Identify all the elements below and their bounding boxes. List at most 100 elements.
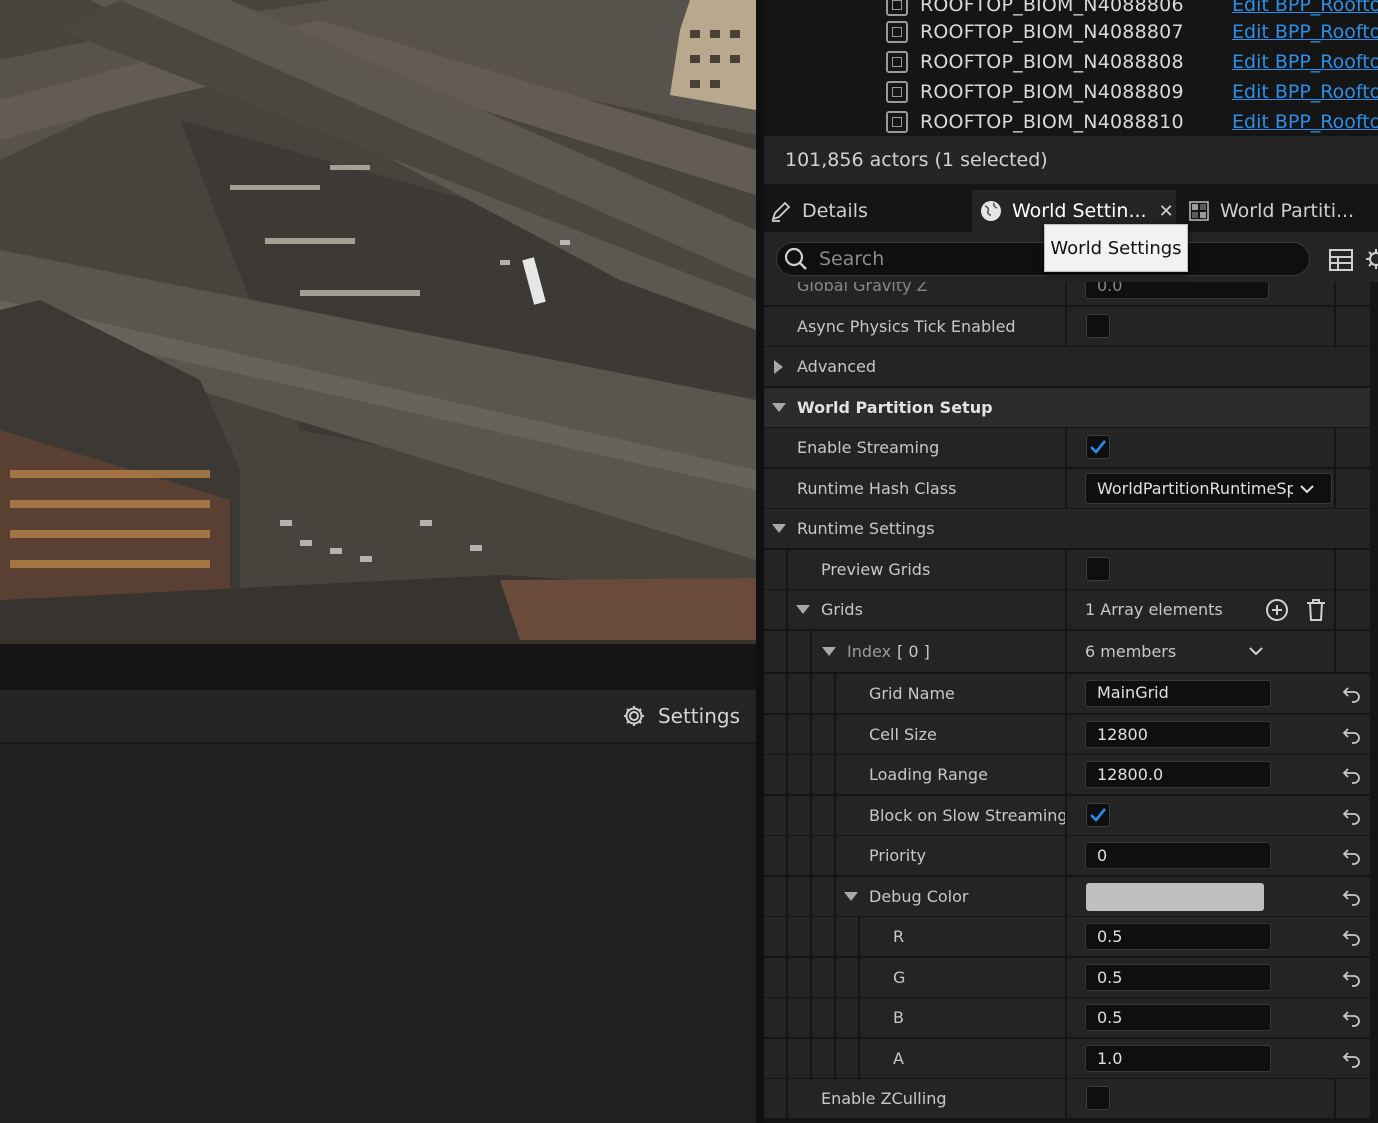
chevron-down-icon[interactable]	[1248, 645, 1264, 657]
expand-arrow-icon	[774, 359, 783, 374]
chevron-down-icon	[1300, 484, 1314, 493]
property-row-enable-zculling: Enable ZCulling	[764, 1079, 1370, 1118]
property-row-grids[interactable]: Grids 1 Array elements	[764, 590, 1370, 629]
property-row-runtime-hash-class: Runtime Hash Class WorldPartitionRuntime…	[764, 469, 1370, 508]
color-r-input[interactable]: 0.5	[1085, 923, 1271, 950]
edit-blueprint-link[interactable]: Edit BPP_Roofto	[1232, 51, 1378, 73]
property-row-preview-grids: Preview Grids	[764, 550, 1370, 589]
property-row-loading-range: Loading Range 12800.0	[764, 755, 1370, 794]
property-label: Loading Range	[869, 765, 988, 784]
property-label: Runtime Hash Class	[797, 479, 957, 498]
close-icon[interactable]: ✕	[1159, 201, 1174, 222]
search-icon	[784, 247, 807, 270]
reset-to-default-icon[interactable]	[1342, 968, 1362, 988]
advanced-header: Advanced	[774, 347, 876, 386]
viewport-gap	[0, 644, 756, 690]
outliner-row[interactable]: ROOFTOP_BIOM_N4088810 Edit BPP_Roofto	[764, 107, 1378, 137]
gear-icon[interactable]	[1364, 247, 1378, 271]
color-g-input[interactable]: 0.5	[1085, 964, 1271, 991]
reset-to-default-icon[interactable]	[1342, 846, 1362, 866]
reset-to-default-icon[interactable]	[1342, 1008, 1362, 1028]
property-label: Grid Name	[869, 684, 955, 703]
tab-world-settings-label: World Settin...	[1012, 200, 1147, 222]
collapse-arrow-icon	[844, 892, 858, 901]
edit-blueprint-link[interactable]: Edit BPP_Roofto	[1232, 111, 1378, 133]
actor-name: ROOFTOP_BIOM_N4088808	[920, 51, 1184, 73]
settings-label: Settings	[657, 704, 740, 728]
reset-to-default-icon[interactable]	[1342, 927, 1362, 947]
reset-to-default-icon[interactable]	[1342, 725, 1362, 745]
property-label: Enable Streaming	[797, 438, 940, 457]
property-label: Async Physics Tick Enabled	[797, 317, 1016, 336]
collapse-arrow-icon	[822, 647, 836, 656]
checkmark-icon	[1090, 440, 1107, 454]
gravity-field[interactable]: 0.0	[1085, 282, 1269, 299]
cell-size-input[interactable]: 12800	[1085, 721, 1271, 748]
edit-blueprint-link[interactable]: Edit BPP_Roofto	[1232, 81, 1378, 103]
level-viewport[interactable]	[0, 0, 756, 644]
category-label: Advanced	[797, 357, 877, 376]
category-world-partition-setup[interactable]: World Partition Setup	[764, 388, 1370, 427]
reset-to-default-icon[interactable]	[1342, 1049, 1362, 1069]
runtime-hash-class-dropdown[interactable]: WorldPartitionRuntimeSpatialHash	[1085, 473, 1332, 504]
add-element-icon[interactable]	[1265, 598, 1289, 622]
table-view-icon[interactable]	[1329, 249, 1353, 271]
outliner-row[interactable]: ROOFTOP_BIOM_N4088809 Edit BPP_Roofto	[764, 77, 1378, 107]
category-advanced[interactable]: Advanced	[764, 347, 1370, 386]
panel-splitter[interactable]	[756, 0, 764, 1123]
index-members-count: 6 members	[1085, 642, 1177, 661]
edit-blueprint-link[interactable]: Edit BPP_Roofto	[1232, 0, 1378, 16]
reset-to-default-icon[interactable]	[1342, 684, 1362, 704]
preview-grids-checkbox[interactable]	[1086, 557, 1110, 581]
priority-input[interactable]: 0	[1085, 842, 1271, 869]
tab-world-partition-label: World Partiti...	[1220, 200, 1355, 222]
actor-icon	[886, 81, 908, 103]
tab-details[interactable]: Details	[770, 190, 970, 232]
property-label: Cell Size	[869, 725, 937, 744]
globe-icon	[981, 201, 1001, 221]
property-row-color-g: G 0.5	[764, 958, 1370, 997]
async-physics-checkbox[interactable]	[1086, 314, 1110, 338]
details-property-grid: Global Gravity Z 0.0 Async Physics Tick …	[764, 282, 1378, 1123]
enable-streaming-checkbox[interactable]	[1086, 435, 1110, 459]
outliner-row[interactable]: ROOFTOP_BIOM_N4088807 Edit BPP_Roofto	[764, 17, 1378, 47]
property-label: Global Gravity Z	[797, 282, 928, 295]
property-label: A	[893, 1049, 904, 1068]
trash-icon[interactable]	[1305, 598, 1327, 622]
tab-world-partition[interactable]: World Partiti...	[1188, 190, 1378, 232]
property-row-debug-color[interactable]: Debug Color	[764, 877, 1370, 916]
property-row-enable-streaming: Enable Streaming	[764, 428, 1370, 467]
category-runtime-settings[interactable]: Runtime Settings	[764, 509, 1370, 548]
block-slow-streaming-checkbox[interactable]	[1086, 803, 1110, 827]
reset-to-default-icon[interactable]	[1342, 806, 1362, 826]
outliner-row[interactable]: ROOFTOP_BIOM_N4088808 Edit BPP_Roofto	[764, 47, 1378, 77]
actor-count-status: 101,856 actors (1 selected)	[764, 136, 1378, 184]
property-row-color-r: R 0.5	[764, 917, 1370, 956]
checkmark-icon	[1090, 808, 1107, 822]
reset-to-default-icon[interactable]	[1342, 765, 1362, 785]
tab-tooltip: World Settings	[1044, 224, 1188, 272]
wp-setup-header: World Partition Setup	[772, 388, 993, 427]
property-label: B	[893, 1008, 904, 1027]
property-label: Priority	[869, 846, 926, 865]
search-box[interactable]	[776, 242, 1310, 276]
reset-to-default-icon[interactable]	[1342, 887, 1362, 907]
edit-blueprint-link[interactable]: Edit BPP_Roofto	[1232, 21, 1378, 43]
property-row-global-gravity: Global Gravity Z 0.0	[764, 282, 1370, 305]
property-row-index-0[interactable]: Index [ 0 ] 6 members	[764, 631, 1370, 672]
tab-details-label: Details	[802, 200, 868, 222]
debug-color-swatch[interactable]	[1086, 883, 1264, 911]
grid-name-input[interactable]: MainGrid	[1085, 680, 1271, 707]
loading-range-input[interactable]: 12800.0	[1085, 761, 1271, 788]
settings-button[interactable]: Settings	[622, 702, 740, 730]
color-b-input[interactable]: 0.5	[1085, 1004, 1271, 1031]
category-label: Runtime Settings	[797, 519, 935, 538]
outliner-list: ROOFTOP_BIOM_N4088806 Edit BPP_Roofto RO…	[764, 0, 1378, 136]
collapse-arrow-icon	[772, 524, 786, 533]
property-row-grid-name: Grid Name MainGrid	[764, 674, 1370, 713]
enable-zculling-checkbox[interactable]	[1086, 1086, 1110, 1110]
dropdown-value: WorldPartitionRuntimeSpatialHash	[1097, 479, 1293, 498]
color-a-input[interactable]: 1.0	[1085, 1045, 1271, 1072]
property-label: Debug Color	[869, 887, 969, 906]
collapse-arrow-icon	[796, 605, 810, 614]
